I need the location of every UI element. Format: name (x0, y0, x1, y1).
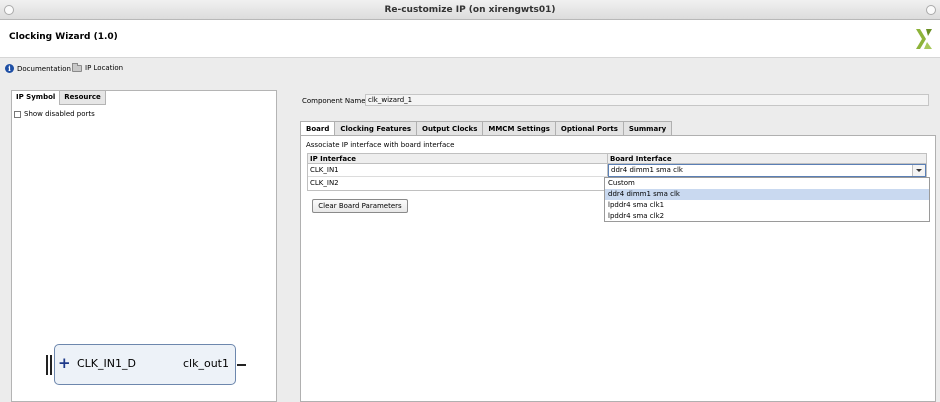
tab-board[interactable]: Board (300, 121, 336, 136)
app-title: Clocking Wizard (1.0) (9, 32, 118, 42)
left-tabs: IP Symbol Resource (12, 91, 106, 105)
header: Clocking Wizard (1.0) (0, 20, 940, 58)
column-board-interface: Board Interface (610, 155, 672, 163)
component-name-field[interactable]: clk_wizard_1 (365, 94, 929, 106)
output-pin (237, 364, 246, 366)
ip-location-link[interactable]: IP Location (72, 62, 124, 72)
tab-mmcm-settings[interactable]: MMCM Settings (483, 121, 556, 136)
board-interface-dropdown: Custom ddr4 dimm1 sma clk lpddr4 sma clk… (604, 177, 930, 222)
board-interface-combo[interactable]: ddr4 dimm1 sma clk (608, 164, 926, 177)
ip-interface-cell: CLK_IN1 (308, 164, 608, 176)
ip-interface-cell: CLK_IN2 (308, 177, 608, 190)
ip-symbol-block: + CLK_IN1_D clk_out1 (46, 344, 246, 385)
links-bar: i Documentation IP Location (0, 59, 940, 79)
table-header: IP Interface Board Interface (308, 154, 926, 164)
dropdown-option[interactable]: Custom (605, 178, 929, 189)
info-icon: i (5, 64, 14, 73)
tab-resource[interactable]: Resource (60, 91, 106, 105)
input-port-label: CLK_IN1_D (77, 357, 136, 370)
chevron-down-icon[interactable] (912, 165, 925, 176)
tab-ip-symbol[interactable]: IP Symbol (12, 91, 61, 105)
tab-summary[interactable]: Summary (623, 121, 673, 136)
tab-optional-ports[interactable]: Optional Ports (555, 121, 624, 136)
ip-location-label: IP Location (85, 64, 124, 72)
folder-icon (72, 62, 82, 72)
tab-clocking-features[interactable]: Clocking Features (335, 121, 417, 136)
dropdown-option[interactable]: lpddr4 sma clk2 (605, 211, 929, 222)
config-tabs: Board Clocking Features Output Clocks MM… (300, 121, 673, 136)
window-titlebar: Re-customize IP (on xirengwts01) (0, 0, 940, 20)
show-disabled-ports-checkbox[interactable]: Show disabled ports (14, 110, 95, 118)
combo-value: ddr4 dimm1 sma clk (611, 166, 683, 174)
dropdown-option[interactable]: ddr4 dimm1 sma clk (605, 189, 929, 200)
output-port-label: clk_out1 (183, 357, 229, 370)
board-interface-cell: ddr4 dimm1 sma clk (608, 164, 926, 177)
column-ip-interface: IP Interface (308, 154, 608, 163)
expand-port-icon[interactable]: + (58, 353, 71, 373)
checkbox-box[interactable] (14, 110, 21, 118)
documentation-link[interactable]: i Documentation (5, 64, 71, 73)
window-title: Re-customize IP (on xirengwts01) (384, 5, 556, 15)
documentation-label: Documentation (17, 64, 71, 73)
xilinx-logo-icon (916, 29, 932, 49)
board-description: Associate IP interface with board interf… (306, 141, 455, 149)
clear-board-parameters-button[interactable]: Clear Board Parameters (312, 199, 408, 213)
ip-symbol-panel: IP Symbol Resource Show disabled ports +… (11, 90, 277, 402)
board-tab-content: Associate IP interface with board interf… (300, 135, 936, 402)
component-name-label: Component Name (302, 97, 366, 105)
table-row: CLK_IN1 ddr4 dimm1 sma clk (308, 164, 926, 177)
window-menu-button[interactable] (4, 5, 14, 15)
dropdown-option[interactable]: lpddr4 sma clk1 (605, 200, 929, 211)
configuration-panel: Board Clocking Features Output Clocks MM… (298, 120, 938, 402)
show-disabled-ports-label: Show disabled ports (24, 110, 95, 118)
bus-port-marker (46, 355, 52, 375)
window-close-button[interactable] (926, 5, 936, 15)
tab-output-clocks[interactable]: Output Clocks (417, 121, 484, 136)
